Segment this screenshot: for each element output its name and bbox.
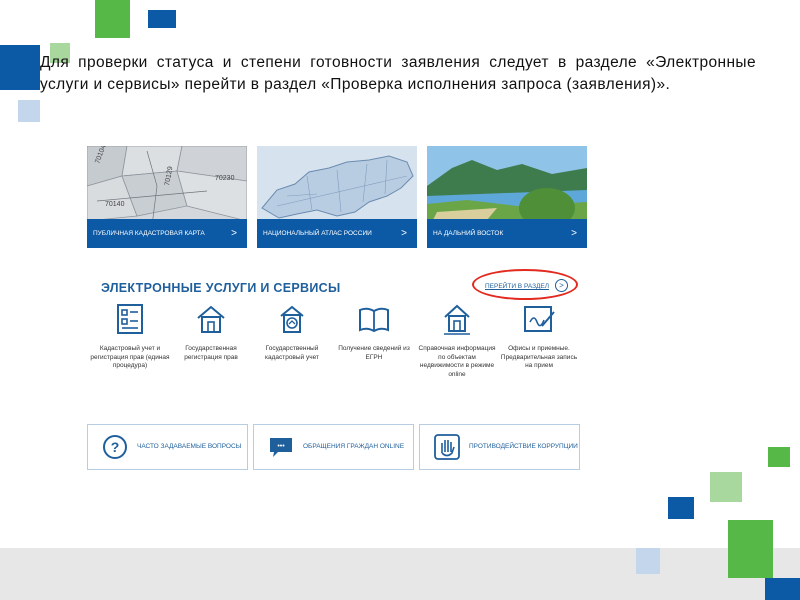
signature-icon (524, 306, 555, 332)
deco-square-bottom-lightblue (636, 548, 660, 574)
deco-square-top-blue (148, 10, 176, 28)
book-icon (359, 307, 389, 333)
service-label: Государственная регистрация прав (184, 345, 238, 361)
service-label: Кадастровый учет и регистрация прав (еди… (90, 345, 170, 369)
service-label: Получение сведений из ЕГРН (338, 345, 410, 361)
website-screenshot: 70104 70129 70140 70230 ПУБЛИЧНАЯ КАДАСТ… (87, 146, 587, 471)
tile-national-atlas-bar: НАЦИОНАЛЬНЫЙ АТЛАС РОССИИ > (257, 219, 417, 248)
tile-national-atlas[interactable]: НАЦИОНАЛЬНЫЙ АТЛАС РОССИИ > (257, 146, 417, 248)
citizen-appeals-label: ОБРАЩЕНИЯ ГРАЖДАН ONLINE (303, 443, 405, 450)
bottom-band (0, 548, 800, 600)
service-label: Офисы и приемные. Предварительная запись… (500, 345, 578, 369)
section-title-e-services: ЭЛЕКТРОННЫЕ УСЛУГИ И СЕРВИСЫ (101, 281, 341, 295)
chat-icon: ••• (270, 438, 292, 457)
chevron-right-icon: > (401, 228, 407, 239)
service-reference-info[interactable]: Справочная информация по объектам недвиж… (417, 302, 497, 379)
anti-corruption-button[interactable]: ПРОТИВОДЕЙСТВИЕ КОРРУПЦИИ (419, 424, 580, 470)
service-offices-appointment[interactable]: Офисы и приемные. Предварительная запись… (499, 302, 579, 371)
house-pin-icon (444, 304, 470, 335)
service-egrn-info[interactable]: Получение сведений из ЕГРН (334, 302, 414, 362)
deco-square-bottom-blue (765, 578, 800, 600)
map-label-3: 70140 (105, 201, 125, 208)
tile-far-east-bar: НА ДАЛЬНИЙ ВОСТОК > (427, 219, 587, 248)
service-cadastral-accounting[interactable]: Государственный кадастровый учет (252, 302, 332, 362)
service-cadastral-registration[interactable]: Кадастровый учет и регистрация прав (еди… (90, 302, 170, 371)
tile-national-atlas-label: НАЦИОНАЛЬНЫЙ АТЛАС РОССИИ (263, 230, 372, 237)
form-icon (117, 304, 143, 334)
deco-square-bottom-green (728, 520, 773, 578)
svg-text:•••: ••• (277, 443, 285, 450)
deco-square-right-lightgreen (710, 472, 742, 502)
tile-far-east[interactable]: НА ДАЛЬНИЙ ВОСТОК > (427, 146, 587, 248)
deco-square-right-green (768, 447, 790, 467)
deco-square-left-lightblue (18, 100, 40, 122)
faq-button[interactable]: ? ЧАСТО ЗАДАВАЕМЫЕ ВОПРОСЫ (87, 424, 248, 470)
deco-square-right-blue (668, 497, 694, 519)
house-circle-icon (280, 305, 304, 333)
tile-far-east-label: НА ДАЛЬНИЙ ВОСТОК (433, 230, 504, 237)
deco-square-left-blue (0, 45, 40, 90)
hand-icon (434, 434, 460, 460)
tile-cadastral-map[interactable]: 70104 70129 70140 70230 ПУБЛИЧНАЯ КАДАСТ… (87, 146, 247, 248)
question-icon: ? (103, 435, 127, 459)
circle-arrow-icon[interactable]: > (555, 279, 568, 292)
svg-text:?: ? (111, 439, 120, 455)
tile-cadastral-map-label: ПУБЛИЧНАЯ КАДАСТРОВАЯ КАРТА (93, 230, 205, 237)
deco-square-top-green (95, 0, 130, 38)
house-icon (197, 305, 225, 333)
chevron-right-icon: > (571, 228, 577, 239)
service-label: Государственный кадастровый учет (264, 345, 320, 361)
map-label-4: 70230 (215, 175, 235, 182)
slide-instruction-text: Для проверки статуса и степени готовност… (40, 54, 756, 93)
service-state-registration[interactable]: Государственная регистрация прав (171, 302, 251, 362)
service-label: Справочная информация по объектам недвиж… (418, 345, 496, 378)
citizen-appeals-button[interactable]: ••• ОБРАЩЕНИЯ ГРАЖДАН ONLINE (253, 424, 414, 470)
goto-section-link[interactable]: ПЕРЕЙТИ В РАЗДЕЛ (485, 283, 549, 290)
faq-button-label: ЧАСТО ЗАДАВАЕМЫЕ ВОПРОСЫ (137, 443, 242, 450)
chevron-right-icon: > (231, 228, 237, 239)
tile-cadastral-map-bar: ПУБЛИЧНАЯ КАДАСТРОВАЯ КАРТА > (87, 219, 247, 248)
anti-corruption-label: ПРОТИВОДЕЙСТВИЕ КОРРУПЦИИ (469, 443, 578, 450)
